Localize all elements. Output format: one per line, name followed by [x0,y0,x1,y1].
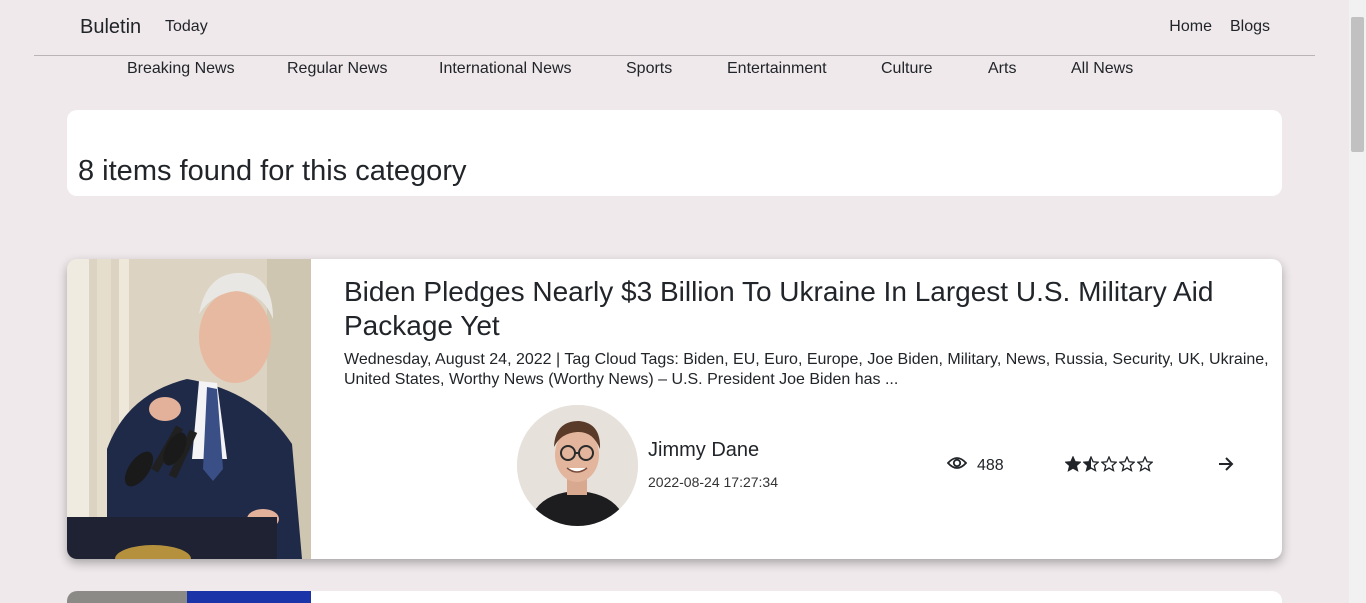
page-scrollbar[interactable] [1349,0,1366,603]
star-icon[interactable] [1083,456,1099,472]
scrollbar-thumb[interactable] [1351,17,1364,152]
main-nav: Home Blogs [1169,18,1270,36]
category-regular-news[interactable]: Regular News [287,60,387,78]
top-navbar: Buletin Today Home Blogs [34,0,1315,56]
rating-stars[interactable] [1065,456,1153,472]
author-avatar [517,405,638,526]
article-title[interactable]: Biden Pledges Nearly $3 Billion To Ukrai… [344,275,1244,343]
category-breaking-news[interactable]: Breaking News [127,60,235,78]
star-icon[interactable] [1065,456,1081,472]
star-icon[interactable] [1119,456,1135,472]
category-sports[interactable]: Sports [626,60,672,78]
view-count: 488 [946,455,1004,476]
results-count-title: 8 items found for this category [78,155,467,187]
star-icon[interactable] [1137,456,1153,472]
results-header: 8 items found for this category [67,110,1282,196]
star-icon[interactable] [1101,456,1117,472]
article-card[interactable]: Biden Pledges Nearly $3 Billion To Ukrai… [67,259,1282,559]
arrow-right-icon[interactable] [1217,456,1235,477]
article-image[interactable] [67,259,311,559]
nav-home[interactable]: Home [1169,18,1212,36]
brand-logo[interactable]: Buletin [80,16,141,39]
category-entertainment[interactable]: Entertainment [727,60,827,78]
view-count-value: 488 [977,456,1004,474]
category-culture[interactable]: Culture [881,60,933,78]
category-all-news[interactable]: All News [1071,60,1133,78]
category-nav: Breaking News Regular News International… [0,58,1350,82]
category-international-news[interactable]: International News [439,60,572,78]
author-name[interactable]: Jimmy Dane [648,439,759,462]
eye-icon [946,455,968,476]
article-excerpt: Wednesday, August 24, 2022 | Tag Cloud T… [344,351,1269,388]
category-arts[interactable]: Arts [988,60,1016,78]
article-date: 2022-08-24 17:27:34 [648,474,778,490]
nav-blogs[interactable]: Blogs [1230,18,1270,36]
article-card[interactable] [67,591,1282,603]
nav-today[interactable]: Today [165,18,208,36]
article-image[interactable] [67,591,311,603]
